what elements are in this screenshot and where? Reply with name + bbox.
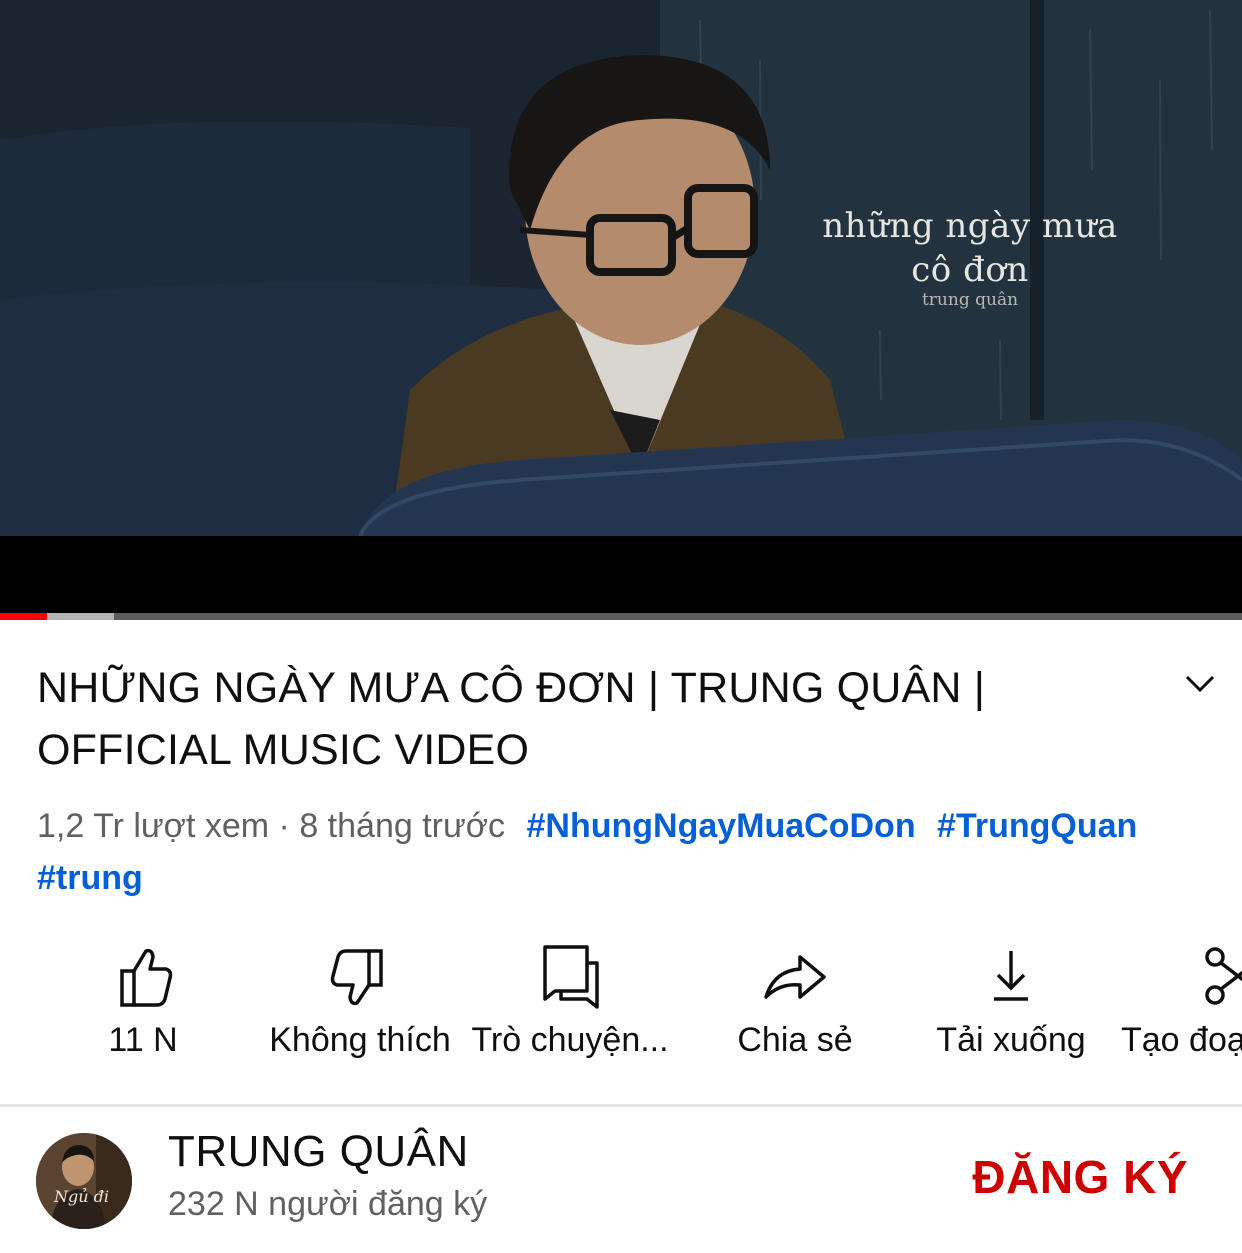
hashtag-link[interactable]: #TrungQuan (937, 807, 1137, 845)
dislike-label: Không thích (269, 1021, 451, 1059)
progress-played (0, 613, 48, 620)
download-label: Tải xuống (936, 1021, 1086, 1059)
chevron-down-icon (1185, 675, 1215, 693)
channel-name[interactable]: TRUNG QUÂN (168, 1127, 469, 1177)
live-chat-button[interactable]: Trò chuyện... (470, 935, 670, 1075)
subscribe-button[interactable]: ĐĂNG KÝ (972, 1150, 1188, 1204)
share-icon (764, 955, 826, 999)
publish-date: 8 tháng trước (299, 807, 506, 845)
view-count: 1,2 Tr lượt xem (37, 807, 270, 845)
action-row: 11 N Không thích Trò chuyện... Chia sẻ T… (0, 935, 1242, 1075)
avatar-caption: Ngủ đi (54, 1187, 109, 1206)
meta-separator: · (269, 807, 300, 845)
channel-avatar[interactable]: Ngủ đi (36, 1133, 132, 1229)
hashtag-link[interactable]: #NhungNgayMuaCoDon (527, 807, 916, 845)
overlay-title-line1: những ngày mưa (822, 206, 1118, 246)
like-button[interactable]: 11 N (90, 935, 196, 1075)
progress-bar[interactable] (0, 613, 1242, 620)
avatar-image (36, 1133, 132, 1229)
live-chat-label: Trò chuyện... (471, 1021, 669, 1059)
video-overlay-artist: trung quân (921, 290, 1019, 310)
share-label: Chia sẻ (737, 1021, 853, 1059)
section-divider (0, 1104, 1242, 1107)
hashtag-link[interactable]: #trung (37, 859, 143, 897)
video-player[interactable]: những ngày mưa cô đơn trung quân (0, 0, 1242, 620)
chat-icon (543, 945, 599, 1009)
clip-button[interactable]: Tạo đoạ (1118, 935, 1242, 1075)
overlay-title-line2: cô đơn (911, 250, 1029, 290)
download-button[interactable]: Tải xuống (930, 935, 1092, 1075)
subscriber-count: 232 N người đăng ký (168, 1185, 488, 1223)
clip-label: Tạo đoạ (1121, 1021, 1242, 1059)
video-meta: 1,2 Tr lượt xem · 8 tháng trước #NhungNg… (37, 800, 1217, 904)
thumbs-down-icon (330, 949, 383, 1006)
download-icon (994, 951, 1028, 1001)
thumbs-up-icon (120, 948, 173, 1007)
scissors-icon (1205, 947, 1242, 1005)
like-count: 11 N (108, 1021, 178, 1059)
video-frame[interactable]: những ngày mưa cô đơn trung quân (0, 0, 1242, 536)
video-title[interactable]: NHỮNG NGÀY MƯA CÔ ĐƠN | TRUNG QUÂN | OFF… (37, 657, 1097, 781)
dislike-button[interactable]: Không thích (262, 935, 458, 1075)
share-button[interactable]: Chia sẻ (730, 935, 860, 1075)
expand-description-button[interactable] (1176, 664, 1224, 704)
video-overlay-title: những ngày mưa cô đơn (820, 204, 1120, 292)
